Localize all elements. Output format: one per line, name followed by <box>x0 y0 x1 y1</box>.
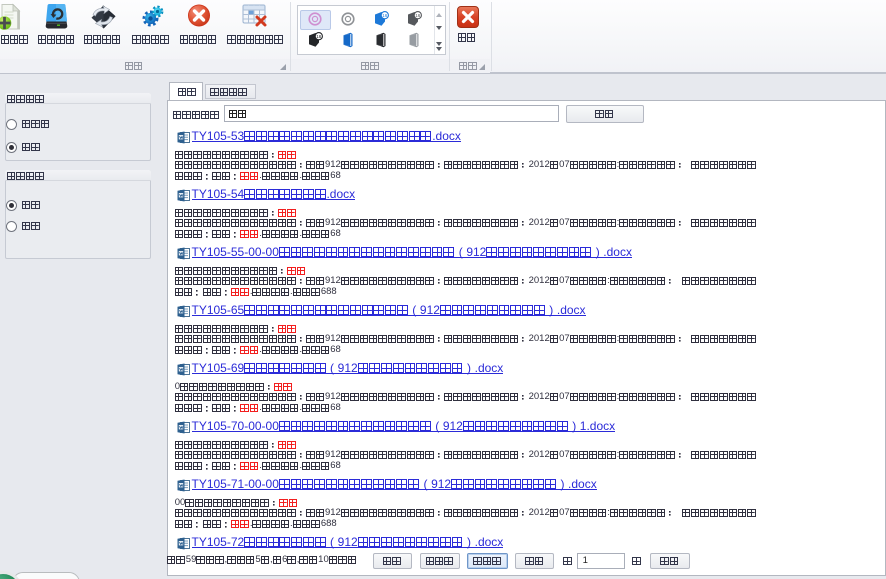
svg-text:16: 16 <box>316 34 322 39</box>
svg-text:16: 16 <box>415 13 421 18</box>
svg-text:16: 16 <box>382 13 388 18</box>
